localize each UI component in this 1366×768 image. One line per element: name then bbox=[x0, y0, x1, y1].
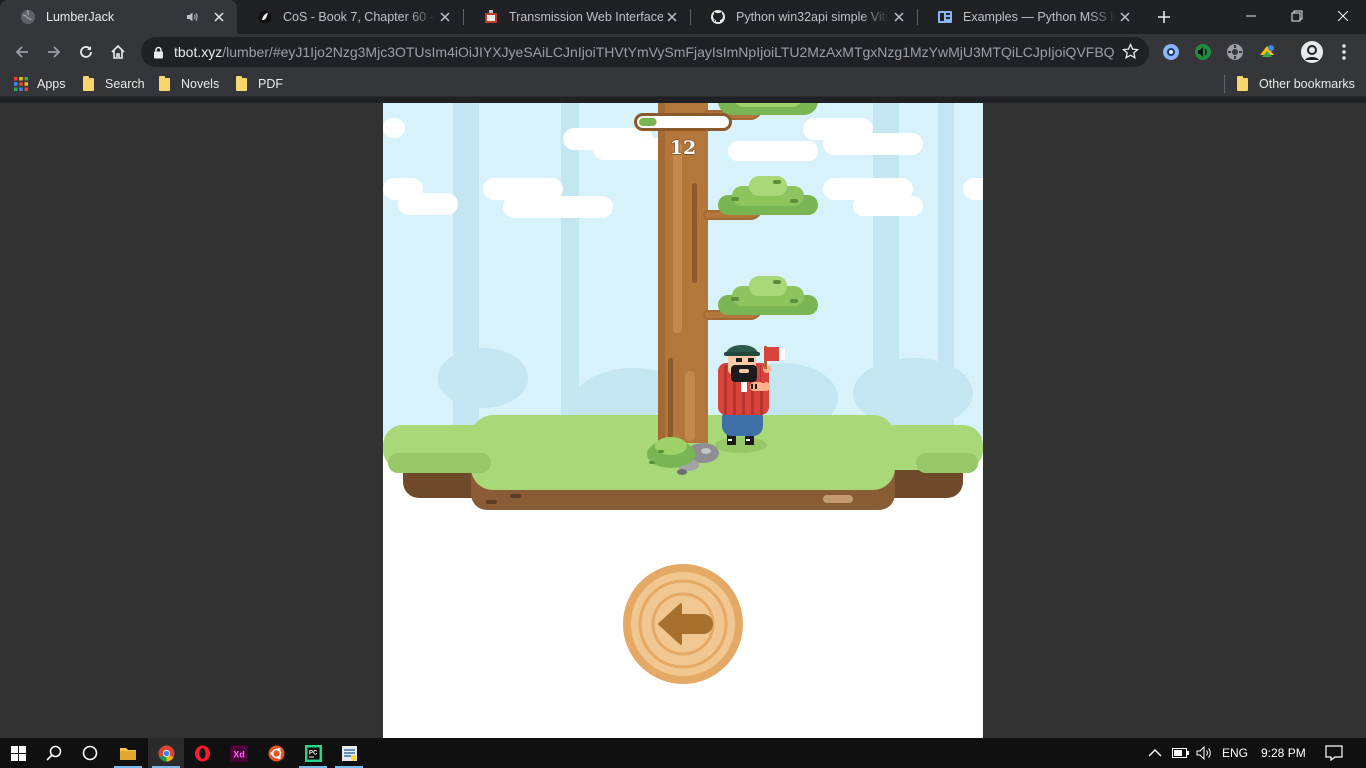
tab-python-win32api[interactable]: Python win32api simple Vitual bbox=[690, 0, 918, 34]
close-tab-icon[interactable] bbox=[210, 8, 228, 26]
tab-title: Python win32api simple Vitual bbox=[736, 10, 890, 24]
bookmarks-bar: Apps Search Novels PDF Other bookmarks bbox=[0, 71, 1366, 97]
speaker-icon[interactable] bbox=[186, 11, 198, 23]
address-bar[interactable]: tbot.xyz/lumber/#eyJ1Ijo2Nzg3Mjc3OTUsIm4… bbox=[141, 37, 1149, 67]
restore-button[interactable] bbox=[1274, 0, 1320, 32]
volume-icon[interactable] bbox=[1196, 738, 1213, 768]
tab-title: Examples — Python MSS lates bbox=[963, 10, 1116, 24]
bookmark-label: Novels bbox=[181, 77, 220, 91]
lumberjack-game[interactable]: 12 bbox=[383, 103, 983, 738]
battery-icon[interactable] bbox=[1172, 738, 1190, 768]
arrow-left-icon bbox=[623, 564, 743, 684]
opera-icon[interactable] bbox=[184, 738, 220, 768]
url-path: /lumber/#eyJ1Ijo2Nzg3Mjc3OTUsIm4iOiJIYXJ… bbox=[222, 44, 1114, 60]
timer-fill bbox=[639, 118, 657, 126]
close-window-button[interactable] bbox=[1320, 0, 1366, 32]
chrome-icon[interactable] bbox=[148, 738, 184, 768]
chop-left-button[interactable] bbox=[623, 564, 743, 684]
folder-icon bbox=[236, 75, 247, 91]
timer-bar bbox=[634, 113, 732, 131]
new-tab-button[interactable] bbox=[1153, 6, 1175, 28]
folder-icon bbox=[83, 75, 94, 91]
profile-avatar[interactable] bbox=[1300, 40, 1324, 64]
transmission-icon bbox=[483, 9, 499, 25]
home-icon bbox=[111, 44, 125, 59]
tab-title: CoS - Book 7, Chapter 60 - Wu bbox=[283, 10, 436, 24]
bookmark-star-icon[interactable] bbox=[1121, 42, 1140, 65]
language-indicator[interactable]: ENG bbox=[1222, 738, 1248, 768]
close-tab-icon[interactable] bbox=[436, 8, 454, 26]
home-button[interactable] bbox=[104, 38, 132, 66]
bookmark-label: Apps bbox=[37, 77, 66, 91]
tab-python-mss[interactable]: Examples — Python MSS lates bbox=[917, 0, 1143, 34]
github-icon bbox=[710, 9, 726, 25]
wuxia-icon bbox=[257, 9, 273, 25]
folder-icon bbox=[159, 75, 170, 91]
forward-nav-button[interactable] bbox=[40, 38, 68, 66]
close-tab-icon[interactable] bbox=[1116, 8, 1134, 26]
tab-strip: LumberJack CoS - Book 7, Chapter 60 - Wu… bbox=[0, 0, 1366, 34]
browser-toolbar: tbot.xyz/lumber/#eyJ1Ijo2Nzg3Mjc3OTUsIm4… bbox=[0, 34, 1366, 71]
folder-icon bbox=[1237, 75, 1248, 91]
svg-text:Xd: Xd bbox=[233, 749, 245, 759]
score-counter: 12 bbox=[669, 137, 697, 159]
reload-icon bbox=[80, 46, 92, 58]
python-app-icon[interactable] bbox=[331, 738, 367, 768]
tab-transmission[interactable]: Transmission Web Interface bbox=[463, 0, 691, 34]
close-tab-icon[interactable] bbox=[663, 8, 681, 26]
search-icon[interactable] bbox=[36, 738, 72, 768]
extension-color-icon[interactable] bbox=[1257, 42, 1277, 62]
arrow-right-icon bbox=[48, 46, 61, 58]
bookmark-other[interactable]: Other bookmarks bbox=[1237, 74, 1355, 94]
extension-gear-icon[interactable] bbox=[1225, 42, 1245, 62]
file-explorer-icon[interactable] bbox=[110, 738, 146, 768]
clock[interactable]: 9:28 PM bbox=[1261, 738, 1306, 768]
bookmark-apps[interactable]: Apps bbox=[14, 74, 66, 94]
extension-volume-icon[interactable] bbox=[1193, 42, 1213, 62]
adobe-xd-icon[interactable]: Xd bbox=[221, 738, 257, 768]
bookmark-search[interactable]: Search bbox=[83, 74, 145, 94]
bookmark-label: Other bookmarks bbox=[1259, 77, 1355, 91]
bookmark-label: PDF bbox=[258, 77, 283, 91]
back-nav-button[interactable] bbox=[8, 38, 36, 66]
svg-text:PC: PC bbox=[309, 750, 318, 756]
close-tab-icon[interactable] bbox=[890, 8, 908, 26]
start-icon[interactable] bbox=[0, 738, 36, 768]
pycharm-icon[interactable]: PC bbox=[295, 738, 331, 768]
tab-title: Transmission Web Interface bbox=[509, 10, 663, 24]
reload-button[interactable] bbox=[72, 38, 100, 66]
plus-icon bbox=[1158, 11, 1170, 23]
url-domain: tbot.xyz bbox=[174, 44, 223, 60]
globe-icon bbox=[20, 9, 36, 25]
ubuntu-icon[interactable] bbox=[258, 738, 294, 768]
windows-taskbar: Xd PC ENG 9:28 PM bbox=[0, 738, 1366, 768]
bookmark-novels[interactable]: Novels bbox=[159, 74, 219, 94]
lock-icon bbox=[153, 46, 164, 59]
bookmark-pdf[interactable]: PDF bbox=[236, 74, 283, 94]
minimize-button[interactable] bbox=[1228, 0, 1274, 32]
menu-kebab-icon[interactable] bbox=[1334, 42, 1354, 62]
url-text: tbot.xyz/lumber/#eyJ1Ijo2Nzg3Mjc3OTUsIm4… bbox=[174, 44, 1114, 60]
tab-lumberjack[interactable]: LumberJack bbox=[0, 0, 237, 34]
tray-chevron-icon[interactable] bbox=[1148, 738, 1162, 768]
docs-icon bbox=[937, 9, 953, 25]
cortana-icon[interactable] bbox=[72, 738, 108, 768]
tab-title: LumberJack bbox=[46, 10, 115, 24]
apps-grid-icon bbox=[14, 77, 28, 91]
bookmark-label: Search bbox=[105, 77, 145, 91]
notification-icon[interactable] bbox=[1325, 738, 1343, 768]
tab-cos[interactable]: CoS - Book 7, Chapter 60 - Wu bbox=[237, 0, 464, 34]
arrow-left-icon bbox=[15, 46, 28, 58]
extension-steam-icon[interactable] bbox=[1161, 42, 1181, 62]
